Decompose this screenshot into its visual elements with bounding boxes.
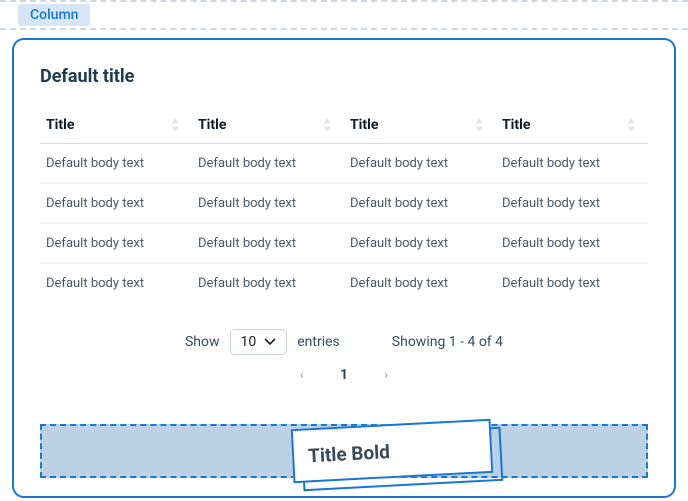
table-cell: Default body text (40, 144, 192, 184)
table-footer: Show 10 entries Showing 1 - 4 of 4 (40, 329, 648, 355)
table-cell: Default body text (496, 224, 648, 264)
page-size-select[interactable]: 10 (230, 329, 288, 355)
table-cell: Default body text (496, 264, 648, 304)
page-size-value: 10 (241, 334, 257, 350)
table-cell: Default body text (496, 144, 648, 184)
entries-label: entries (297, 334, 340, 350)
data-table: Title Title Title (40, 107, 648, 303)
column-header-label: Title (350, 117, 378, 133)
table-row: Default body text Default body text Defa… (40, 224, 648, 264)
editor-top-bar: Column (0, 0, 688, 30)
column-header[interactable]: Title (192, 107, 344, 144)
table-cell: Default body text (40, 184, 192, 224)
sort-icon[interactable] (322, 119, 332, 132)
drag-card-label: Title Bold (308, 440, 391, 467)
page-size-group: Show 10 entries (185, 329, 340, 355)
table-row: Default body text Default body text Defa… (40, 264, 648, 304)
column-header-label: Title (502, 117, 530, 133)
showing-label: Showing 1 - 4 of 4 (392, 334, 503, 350)
table-cell: Default body text (344, 144, 496, 184)
table-card: Default title Title Title (12, 38, 676, 498)
table-cell: Default body text (344, 224, 496, 264)
table-cell: Default body text (40, 264, 192, 304)
column-header[interactable]: Title (496, 107, 648, 144)
pager-prev[interactable]: ‹ (300, 367, 304, 383)
show-label: Show (185, 334, 220, 350)
chevron-down-icon (264, 338, 276, 346)
column-header[interactable]: Title (40, 107, 192, 144)
table-cell: Default body text (192, 184, 344, 224)
column-tab[interactable]: Column (18, 4, 90, 26)
column-header[interactable]: Title (344, 107, 496, 144)
table-cell: Default body text (40, 224, 192, 264)
sort-icon[interactable] (626, 119, 636, 132)
drag-card[interactable]: Title Bold (291, 419, 494, 483)
sort-icon[interactable] (170, 119, 180, 132)
table-cell: Default body text (344, 184, 496, 224)
pager: ‹ 1 › (40, 367, 648, 383)
table-row: Default body text Default body text Defa… (40, 184, 648, 224)
column-header-label: Title (46, 117, 74, 133)
table-row: Default body text Default body text Defa… (40, 144, 648, 184)
table-cell: Default body text (192, 144, 344, 184)
table-header-row: Title Title Title (40, 107, 648, 144)
sort-icon[interactable] (474, 119, 484, 132)
table-cell: Default body text (344, 264, 496, 304)
pager-current[interactable]: 1 (340, 367, 348, 383)
table-cell: Default body text (192, 264, 344, 304)
table-cell: Default body text (496, 184, 648, 224)
table-cell: Default body text (192, 224, 344, 264)
column-header-label: Title (198, 117, 226, 133)
pager-next[interactable]: › (384, 367, 388, 383)
card-title: Default title (40, 66, 648, 87)
